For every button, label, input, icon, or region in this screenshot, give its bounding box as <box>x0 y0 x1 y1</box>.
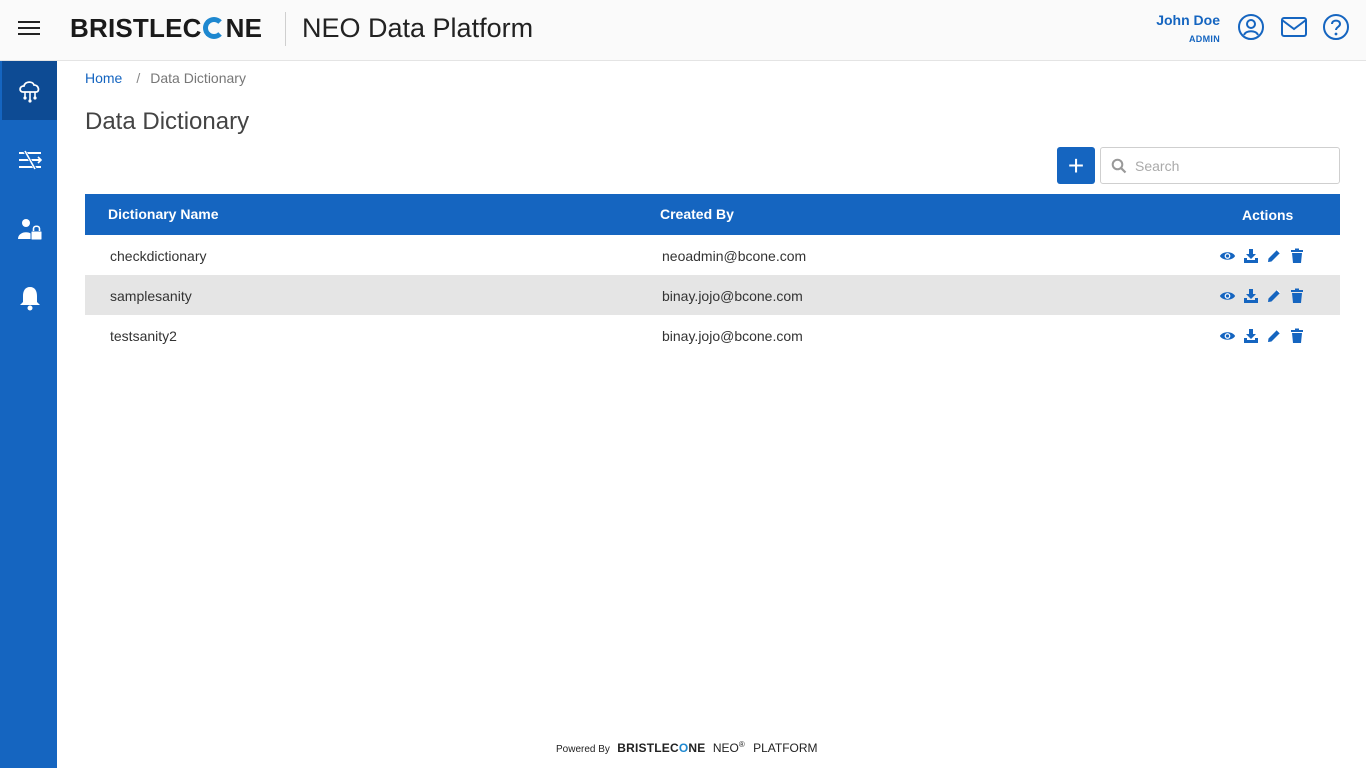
created-by-cell: binay.jojo@bcone.com <box>662 328 803 344</box>
powered-by-label: Powered By <box>556 744 610 755</box>
table-header: Dictionary Name Created By Actions <box>85 194 1340 235</box>
footer-neo: NEO <box>712 741 739 755</box>
download-icon[interactable] <box>1242 247 1259 264</box>
add-dictionary-button[interactable]: + <box>1057 147 1095 184</box>
top-header: BRISTLEC NE NEO Data Platform John Doe AD… <box>0 0 1366 61</box>
trash-icon[interactable] <box>1288 247 1305 264</box>
download-icon[interactable] <box>1242 287 1259 304</box>
search-input[interactable] <box>1135 156 1330 176</box>
eye-icon[interactable] <box>1219 327 1236 344</box>
help-icon[interactable] <box>1322 13 1350 41</box>
sidebar-item-pipelines[interactable] <box>2 130 57 189</box>
breadcrumb: Home / Data Dictionary <box>85 70 246 86</box>
table-row: checkdictionary neoadmin@bcone.com <box>85 235 1340 275</box>
eye-icon[interactable] <box>1219 247 1236 264</box>
dictionary-table: Dictionary Name Created By Actions check… <box>85 194 1340 355</box>
cloud-network-icon <box>18 80 39 103</box>
pipeline-icon <box>18 148 42 171</box>
app-title: NEO Data Platform <box>302 13 534 43</box>
eye-icon[interactable] <box>1219 287 1236 304</box>
breadcrumb-separator: / <box>136 70 141 86</box>
column-header-dictionary-name[interactable]: Dictionary Name <box>108 206 218 222</box>
sidebar-item-data-platform[interactable] <box>2 61 57 120</box>
search-icon <box>1111 158 1127 174</box>
dictionary-name-cell: testsanity2 <box>110 328 177 344</box>
footer: Powered By BRISTLECONE NEO® PLATFORM <box>556 740 818 755</box>
row-actions <box>1219 247 1305 264</box>
column-header-created-by[interactable]: Created By <box>660 206 734 222</box>
registered-mark: ® <box>738 740 745 749</box>
user-info: John Doe ADMIN <box>1156 12 1220 44</box>
pencil-icon[interactable] <box>1265 327 1282 344</box>
dictionary-name-cell: samplesanity <box>110 288 192 304</box>
bristlecone-logo: BRISTLEC NE <box>70 13 263 43</box>
pencil-icon[interactable] <box>1265 287 1282 304</box>
user-role: ADMIN <box>1189 34 1220 44</box>
trash-icon[interactable] <box>1288 327 1305 344</box>
sidebar-item-user-management[interactable] <box>2 199 57 258</box>
menu-icon[interactable] <box>18 18 42 42</box>
column-header-actions: Actions <box>1242 207 1294 223</box>
user-lock-icon <box>17 218 42 240</box>
row-actions <box>1219 287 1305 304</box>
row-actions <box>1219 327 1305 344</box>
breadcrumb-home[interactable]: Home <box>85 70 122 86</box>
user-circle-icon[interactable] <box>1237 13 1265 41</box>
download-icon[interactable] <box>1242 327 1259 344</box>
sidebar-item-notifications[interactable] <box>2 268 57 327</box>
created-by-cell: binay.jojo@bcone.com <box>662 288 803 304</box>
header-divider <box>285 12 286 46</box>
pencil-icon[interactable] <box>1265 247 1282 264</box>
page-title: Data Dictionary <box>85 108 250 135</box>
footer-platform: PLATFORM <box>753 741 818 755</box>
breadcrumb-current: Data Dictionary <box>150 70 246 86</box>
created-by-cell: neoadmin@bcone.com <box>662 248 807 264</box>
user-name: John Doe <box>1156 12 1220 28</box>
trash-icon[interactable] <box>1288 287 1305 304</box>
footer-brand-logo: BRISTLECONE <box>617 741 706 755</box>
bell-icon <box>19 286 40 310</box>
table-row: testsanity2 binay.jojo@bcone.com <box>85 315 1340 355</box>
search-box <box>1100 147 1340 184</box>
sidebar <box>0 61 57 768</box>
table-row: samplesanity binay.jojo@bcone.com <box>85 275 1340 315</box>
dictionary-name-cell: checkdictionary <box>110 248 207 264</box>
mail-icon[interactable] <box>1280 13 1308 41</box>
